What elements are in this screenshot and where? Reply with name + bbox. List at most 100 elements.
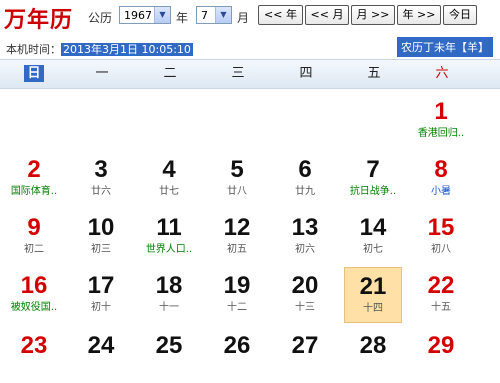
weekday-mon: 一 bbox=[95, 66, 109, 81]
day-cell[interactable]: 28 bbox=[344, 327, 402, 383]
day-cell[interactable]: 4 廿七 bbox=[140, 151, 198, 207]
month-select[interactable]: 7 ▼ bbox=[196, 6, 232, 24]
year-select[interactable]: 1967 ▼ bbox=[119, 6, 171, 24]
lunar-date-label: 廿八 bbox=[227, 186, 247, 197]
day-cell[interactable]: 29 bbox=[412, 327, 470, 383]
lunar-date-label: 十三 bbox=[295, 302, 315, 313]
day-number: 20 bbox=[291, 272, 319, 299]
day-cell[interactable]: 26 bbox=[208, 327, 266, 383]
weekday-wed: 三 bbox=[231, 66, 245, 81]
lunar-date-label: 十一 bbox=[159, 302, 179, 313]
lunar-date-label: 初七 bbox=[363, 244, 383, 255]
day-number: 23 bbox=[20, 332, 48, 359]
today-button[interactable]: 今日 bbox=[443, 5, 477, 25]
day-number: 6 bbox=[298, 156, 312, 183]
weekday-sat: 六 bbox=[435, 66, 449, 81]
toolbar: 万年历 公历 1967 ▼ 年 7 ▼ 月 << 年 << 月 月 >> 年 >… bbox=[0, 0, 500, 36]
lunar-date-label: 初六 bbox=[295, 244, 315, 255]
calendar-grid: 1 香港回归.. 2 国际体育.. 3 廿六 4 廿七 5 廿八 6 廿九 7 抗日战争.. 8 小暑 9 初二 1… bbox=[0, 89, 500, 359]
day-cell-today[interactable]: 21 十四 bbox=[344, 267, 402, 323]
chevron-down-icon[interactable]: ▼ bbox=[154, 7, 170, 23]
day-number: 8 bbox=[434, 156, 448, 183]
day-number: 4 bbox=[162, 156, 176, 183]
day-cell[interactable]: 2 国际体育.. bbox=[5, 151, 63, 207]
next-month-button[interactable]: 月 >> bbox=[351, 5, 395, 25]
day-number: 24 bbox=[87, 332, 115, 359]
day-number: 10 bbox=[87, 214, 115, 241]
lunar-year-header: 农历丁未年【羊】 bbox=[397, 37, 493, 57]
day-cell[interactable]: 11 世界人口.. bbox=[140, 209, 198, 265]
day-number: 15 bbox=[427, 214, 455, 241]
day-number: 5 bbox=[230, 156, 244, 183]
day-cell[interactable]: 18 十一 bbox=[140, 267, 198, 323]
day-cell[interactable]: 15 初八 bbox=[412, 209, 470, 265]
day-number: 2 bbox=[27, 156, 41, 183]
day-number: 13 bbox=[291, 214, 319, 241]
local-time-value: 2013年3月1日 10:05:10 bbox=[61, 43, 193, 56]
lunar-date-label: 十四 bbox=[363, 303, 383, 314]
prev-year-button[interactable]: << 年 bbox=[258, 5, 303, 25]
day-cell[interactable]: 10 初三 bbox=[72, 209, 130, 265]
day-cell[interactable]: 24 bbox=[72, 327, 130, 383]
day-cell[interactable]: 27 bbox=[276, 327, 334, 383]
day-number: 17 bbox=[87, 272, 115, 299]
calendar-type-label: 公历 bbox=[88, 11, 113, 25]
lunar-date-label: 十五 bbox=[431, 302, 451, 313]
day-number: 28 bbox=[359, 332, 387, 359]
day-cell[interactable]: 8 小暑 bbox=[412, 151, 470, 207]
day-number: 25 bbox=[155, 332, 183, 359]
day-cell[interactable]: 14 初七 bbox=[344, 209, 402, 265]
day-number: 26 bbox=[223, 332, 251, 359]
day-cell[interactable]: 16 被奴役国.. bbox=[5, 267, 63, 323]
lunar-date-label: 国际体育.. bbox=[10, 186, 58, 197]
lunar-date-label: 初二 bbox=[24, 244, 44, 255]
day-cell[interactable]: 19 十二 bbox=[208, 267, 266, 323]
weekday-sun: 日 bbox=[0, 60, 68, 88]
day-cell[interactable]: 5 廿八 bbox=[208, 151, 266, 207]
weekday-header: 日 一 二 三 四 五 六 bbox=[0, 59, 500, 89]
day-cell[interactable]: 17 初十 bbox=[72, 267, 130, 323]
lunar-date-label: 世界人口.. bbox=[145, 244, 193, 255]
lunar-date-label: 初五 bbox=[227, 244, 247, 255]
app-logo: 万年历 bbox=[4, 7, 74, 33]
day-cell[interactable]: 7 抗日战争.. bbox=[344, 151, 402, 207]
day-number: 7 bbox=[366, 156, 380, 183]
lunar-date-label: 抗日战争.. bbox=[349, 186, 397, 197]
weekday-tue: 二 bbox=[163, 66, 177, 81]
day-cell[interactable]: 20 十三 bbox=[276, 267, 334, 323]
day-number: 9 bbox=[27, 214, 41, 241]
day-cell[interactable]: 1 香港回归.. bbox=[412, 93, 470, 149]
lunar-date-label: 廿九 bbox=[295, 186, 315, 197]
year-select-value: 1967 bbox=[124, 9, 152, 22]
day-cell[interactable]: 23 bbox=[5, 327, 63, 383]
lunar-date-label: 香港回归.. bbox=[417, 128, 465, 139]
prev-month-button[interactable]: << 月 bbox=[305, 5, 349, 25]
day-cell[interactable]: 6 廿九 bbox=[276, 151, 334, 207]
day-number: 1 bbox=[434, 98, 448, 125]
lunar-date-label: 十二 bbox=[227, 302, 247, 313]
day-number: 11 bbox=[156, 214, 182, 241]
day-number: 21 bbox=[359, 273, 387, 300]
day-number: 19 bbox=[223, 272, 251, 299]
year-suffix-label: 年 bbox=[176, 11, 189, 25]
day-number: 29 bbox=[427, 332, 455, 359]
local-time-line: 本机时间： 2013年3月1日 10:05:10 bbox=[6, 41, 193, 57]
day-number: 16 bbox=[20, 272, 48, 299]
lunar-date-label: 初十 bbox=[91, 302, 111, 313]
day-number: 3 bbox=[94, 156, 108, 183]
lunar-date-label: 被奴役国.. bbox=[10, 302, 58, 313]
day-cell[interactable]: 22 十五 bbox=[412, 267, 470, 323]
lunar-date-label: 初三 bbox=[91, 244, 111, 255]
next-year-button[interactable]: 年 >> bbox=[397, 5, 441, 25]
day-cell[interactable]: 13 初六 bbox=[276, 209, 334, 265]
month-suffix-label: 月 bbox=[237, 11, 250, 25]
day-number: 27 bbox=[291, 332, 319, 359]
day-cell[interactable]: 12 初五 bbox=[208, 209, 266, 265]
day-number: 18 bbox=[155, 272, 183, 299]
chevron-down-icon[interactable]: ▼ bbox=[215, 7, 231, 23]
local-time-label: 本机时间： bbox=[6, 43, 61, 56]
day-cell[interactable]: 9 初二 bbox=[5, 209, 63, 265]
day-cell[interactable]: 25 bbox=[140, 327, 198, 383]
lunar-date-label: 小暑 bbox=[431, 186, 451, 197]
day-cell[interactable]: 3 廿六 bbox=[72, 151, 130, 207]
